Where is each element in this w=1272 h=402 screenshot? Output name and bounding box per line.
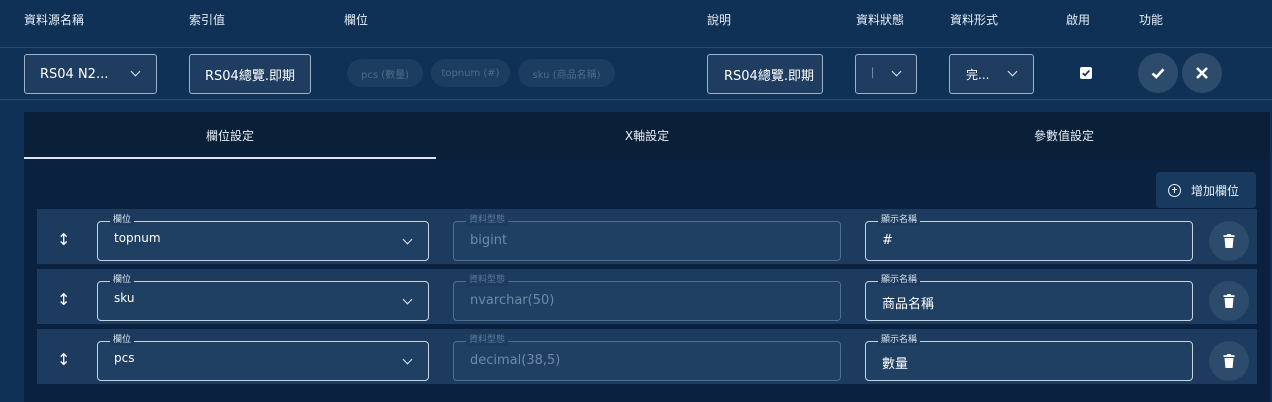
field-select-value: topnum (114, 231, 161, 245)
header-fields: 欄位 (344, 13, 369, 27)
data-type-value: bigint (470, 233, 508, 248)
tab-parameter-settings[interactable]: 參數值設定 (858, 112, 1270, 159)
field-select-label: 欄位 (110, 215, 135, 226)
header-index: 索引值 (189, 13, 226, 27)
add-field-label: 增加欄位 (1191, 183, 1240, 198)
field-select-label: 欄位 (110, 335, 135, 346)
data-type-field: 資料型態 decimal(38,5) (453, 335, 841, 381)
index-input-value: RS04總覽.即期 (205, 68, 295, 84)
delete-field-button[interactable] (1209, 221, 1249, 261)
data-type-label: 資料型態 (466, 335, 509, 346)
drag-vertical-icon[interactable]: ↕ (57, 290, 70, 309)
field-chip-sku[interactable]: sku (商品名稱) (518, 59, 615, 87)
data-type-value: nvarchar(50) (470, 293, 555, 308)
status-select-value: │ (870, 69, 876, 79)
chevron-down-icon (130, 66, 141, 77)
index-input[interactable]: RS04總覽.即期 (189, 54, 311, 94)
display-name-value: # (882, 233, 893, 248)
add-field-button[interactable]: 增加欄位 (1156, 172, 1256, 208)
display-name-value: 數量 (882, 357, 909, 372)
checkbox-check-icon (1082, 70, 1090, 77)
field-chip-topnum[interactable]: topnum (#) (431, 59, 510, 87)
chevron-down-icon (402, 234, 413, 245)
add-circle-icon (1168, 183, 1181, 197)
display-name-value: 商品名稱 (882, 297, 935, 312)
data-type-field: 資料型態 nvarchar(50) (453, 275, 841, 321)
description-input[interactable]: RS04總覽.即期 (707, 54, 823, 94)
header-divider (0, 47, 1272, 48)
chevron-down-icon (402, 354, 413, 365)
display-name-label: 顯示名稱 (878, 275, 921, 286)
trash-icon (1223, 234, 1235, 248)
field-select-value: sku (114, 291, 135, 305)
confirm-button[interactable] (1138, 53, 1178, 93)
delete-field-button[interactable] (1209, 341, 1249, 381)
drag-vertical-icon[interactable]: ↕ (57, 230, 70, 249)
header-enabled: 啟用 (1066, 13, 1091, 27)
enabled-checkbox[interactable] (1080, 67, 1092, 79)
delete-field-button[interactable] (1209, 281, 1249, 321)
field-select[interactable]: 欄位 sku (97, 275, 429, 321)
header-source-name: 資料源名稱 (24, 13, 85, 27)
row-divider (0, 99, 1272, 100)
display-name-input[interactable]: 顯示名稱 商品名稱 (865, 275, 1193, 321)
data-type-value: decimal(38,5) (470, 353, 561, 368)
header-actions: 功能 (1139, 13, 1164, 27)
chevron-down-icon (891, 66, 902, 77)
header-status: 資料狀態 (856, 13, 905, 27)
check-icon (1151, 68, 1165, 79)
display-name-label: 顯示名稱 (878, 215, 921, 226)
source-select-value: RS04 N2... (40, 66, 109, 82)
field-select[interactable]: 欄位 topnum (97, 215, 429, 261)
field-select-value: pcs (114, 351, 135, 365)
header-format: 資料形式 (950, 13, 999, 27)
trash-icon (1223, 294, 1235, 308)
trash-icon (1223, 354, 1235, 368)
tab-x-axis-settings[interactable]: X軸設定 (441, 112, 853, 159)
close-icon (1196, 67, 1208, 79)
format-select[interactable]: 完... (949, 54, 1034, 94)
display-name-label: 顯示名稱 (878, 335, 921, 346)
display-name-input[interactable]: 顯示名稱 # (865, 215, 1193, 261)
format-select-value: 完... (966, 67, 990, 82)
drag-vertical-icon[interactable]: ↕ (57, 350, 70, 369)
cancel-button[interactable] (1182, 53, 1222, 93)
status-select[interactable]: │ (855, 54, 917, 94)
settings-tabs: 欄位設定 X軸設定 參數值設定 (24, 112, 1270, 159)
description-input-value: RS04總覽.即期 (724, 68, 814, 84)
active-tab-indicator (24, 157, 436, 159)
source-select[interactable]: RS04 N2... (24, 54, 157, 94)
data-type-field: 資料型態 bigint (453, 215, 841, 261)
field-select-label: 欄位 (110, 275, 135, 286)
data-type-label: 資料型態 (466, 215, 509, 226)
header-description: 說明 (707, 13, 732, 27)
display-name-input[interactable]: 顯示名稱 數量 (865, 335, 1193, 381)
chevron-down-icon (1007, 66, 1018, 77)
chevron-down-icon (402, 294, 413, 305)
field-select[interactable]: 欄位 pcs (97, 335, 429, 381)
tab-field-settings[interactable]: 欄位設定 (24, 112, 436, 159)
field-chip-pcs[interactable]: pcs (數量) (347, 59, 423, 87)
data-type-label: 資料型態 (466, 275, 509, 286)
